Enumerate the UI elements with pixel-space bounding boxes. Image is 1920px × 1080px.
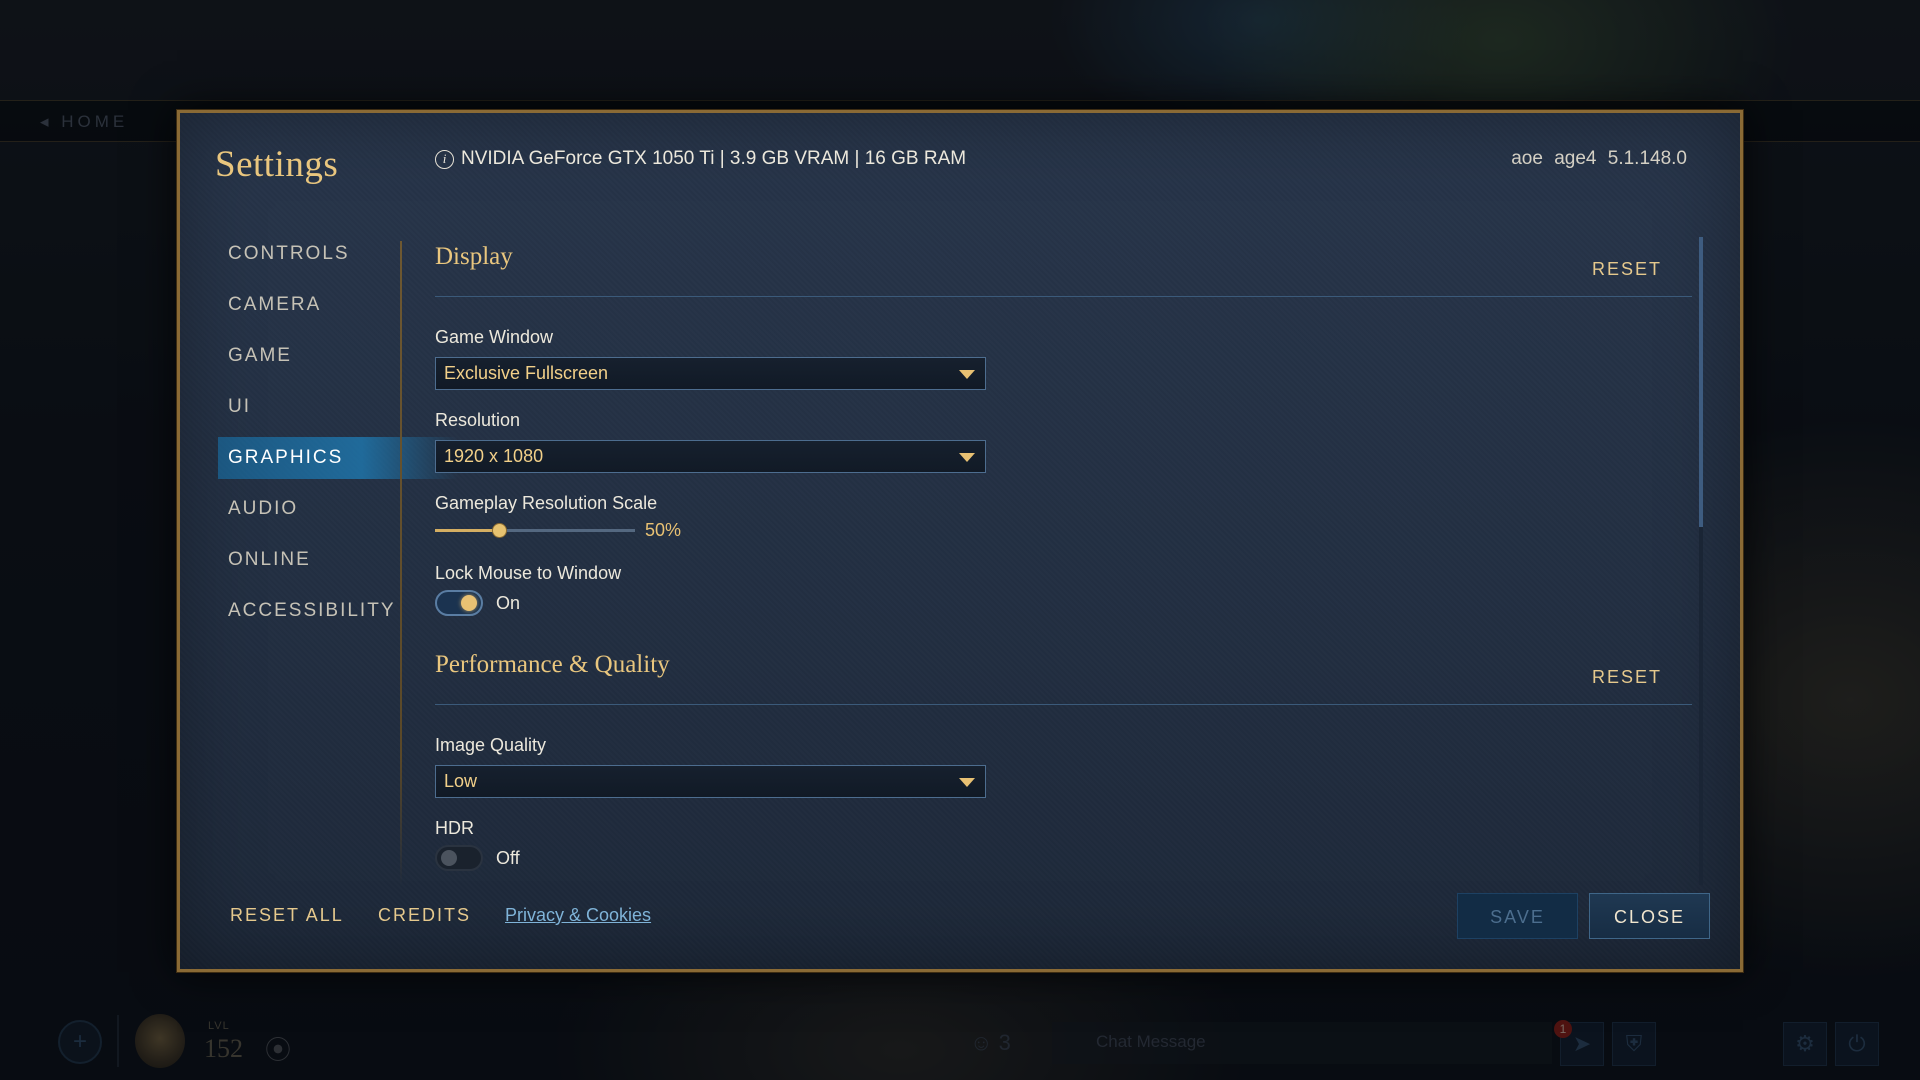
- privacy-cookies-link[interactable]: Privacy & Cookies: [505, 905, 651, 926]
- game-window-setting: Game Window Exclusive Fullscreen: [435, 327, 1692, 390]
- game-window-value: Exclusive Fullscreen: [444, 363, 609, 383]
- display-reset-button[interactable]: RESET: [1592, 259, 1662, 280]
- toggle-knob: [441, 850, 457, 866]
- resolution-scale-value: 50%: [645, 519, 682, 540]
- save-button[interactable]: SAVE: [1457, 893, 1578, 939]
- settings-modal: Settings i NVIDIA GeForce GTX 1050 Ti | …: [177, 110, 1743, 972]
- lock-mouse-toggle-row: On: [435, 589, 1692, 617]
- system-info: i NVIDIA GeForce GTX 1050 Ti | 3.9 GB VR…: [435, 148, 966, 170]
- display-section-header: Display RESET: [435, 241, 1692, 297]
- resolution-scale-slider[interactable]: [435, 522, 635, 538]
- nav-divider: [400, 241, 402, 886]
- nav-item-accessibility[interactable]: ACCESSIBILITY: [218, 590, 458, 632]
- version-text: aoe age4 5.1.148.0: [1511, 148, 1687, 169]
- resolution-label: Resolution: [435, 410, 521, 430]
- image-quality-setting: Image Quality Low: [435, 735, 1692, 798]
- nav-item-game[interactable]: GAME: [218, 335, 458, 377]
- close-button[interactable]: CLOSE: [1589, 893, 1710, 939]
- nav-item-graphics[interactable]: GRAPHICS: [218, 437, 458, 479]
- game-window-label: Game Window: [435, 327, 554, 347]
- resolution-scale-label: Gameplay Resolution Scale: [435, 493, 658, 513]
- resolution-setting: Resolution 1920 x 1080: [435, 410, 1692, 473]
- game-window-dropdown[interactable]: Exclusive Fullscreen: [435, 357, 986, 390]
- chevron-down-icon: [959, 453, 975, 462]
- credits-button[interactable]: CREDITS: [378, 905, 471, 926]
- resolution-scale-setting: Gameplay Resolution Scale 50%: [435, 493, 1692, 541]
- info-icon: i: [435, 149, 454, 169]
- toggle-knob: [461, 595, 477, 611]
- content-scrollbar[interactable]: [1699, 237, 1703, 885]
- nav-item-controls[interactable]: CONTROLS: [218, 233, 458, 275]
- hdr-state: Off: [496, 847, 520, 868]
- slider-fill: [435, 528, 499, 532]
- nav-item-audio[interactable]: AUDIO: [218, 488, 458, 530]
- scrollbar-thumb[interactable]: [1699, 237, 1703, 527]
- nav-item-camera[interactable]: CAMERA: [218, 284, 458, 326]
- resolution-value: 1920 x 1080: [444, 446, 544, 466]
- chevron-down-icon: [959, 778, 975, 787]
- system-info-text: NVIDIA GeForce GTX 1050 Ti | 3.9 GB VRAM…: [461, 148, 967, 169]
- settings-content: Display RESET Game Window Exclusive Full…: [435, 241, 1692, 891]
- lock-mouse-setting: Lock Mouse to Window On: [435, 563, 1692, 617]
- hdr-toggle[interactable]: [435, 845, 483, 871]
- hdr-label: HDR: [435, 818, 474, 838]
- performance-section-header: Performance & Quality RESET: [435, 649, 1692, 705]
- lock-mouse-toggle[interactable]: [435, 590, 483, 616]
- display-title: Display: [435, 243, 513, 270]
- image-quality-value: Low: [444, 771, 478, 791]
- resolution-dropdown[interactable]: 1920 x 1080: [435, 440, 986, 473]
- nav-item-ui[interactable]: UI: [218, 386, 458, 428]
- hdr-toggle-row: Off: [435, 844, 1692, 872]
- hdr-setting: HDR Off: [435, 818, 1692, 872]
- nav-item-online[interactable]: ONLINE: [218, 539, 458, 581]
- lock-mouse-state: On: [496, 592, 521, 613]
- modal-title: Settings: [215, 144, 339, 185]
- resolution-scale-slider-row: 50%: [435, 519, 1692, 541]
- image-quality-label: Image Quality: [435, 735, 547, 755]
- settings-nav: CONTROLS CAMERA GAME UI GRAPHICS AUDIO O…: [218, 233, 458, 641]
- performance-reset-button[interactable]: RESET: [1592, 667, 1662, 688]
- image-quality-dropdown[interactable]: Low: [435, 765, 986, 798]
- performance-title: Performance & Quality: [435, 651, 670, 678]
- slider-thumb[interactable]: [492, 522, 507, 538]
- reset-all-button[interactable]: RESET ALL: [230, 905, 344, 926]
- lock-mouse-label: Lock Mouse to Window: [435, 563, 622, 583]
- chevron-down-icon: [959, 370, 975, 379]
